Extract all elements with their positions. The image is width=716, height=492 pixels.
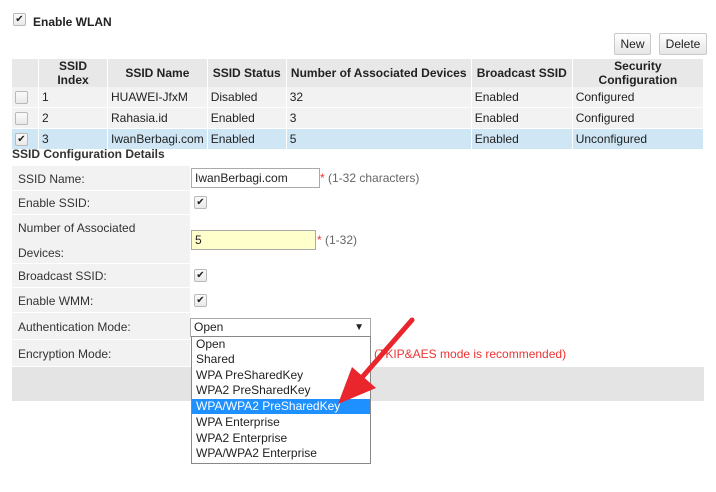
security-configuration-cell: Unconfigured <box>572 128 705 150</box>
delete-button[interactable]: Delete <box>659 33 707 55</box>
table-header-row: SSID Index SSID Name SSID Status Number … <box>12 59 705 87</box>
enable-wmm-value-cell <box>190 288 704 312</box>
column-header-broadcast-ssid: Broadcast SSID <box>471 59 573 87</box>
dropdown-option-wpa2-enterprise[interactable]: WPA2 Enterprise <box>192 431 370 446</box>
ssid-name-hint-text: (1-32 characters) <box>328 171 420 185</box>
associated-devices-input[interactable]: 5 <box>191 230 316 250</box>
row-checkbox[interactable] <box>15 91 28 104</box>
row-select-cell[interactable] <box>12 87 39 108</box>
enable-wmm-checkbox[interactable]: ✔ <box>194 294 207 307</box>
row-select-cell[interactable] <box>12 107 39 129</box>
associated-devices-cell: 3 <box>286 107 472 129</box>
broadcast-ssid-value-cell <box>190 264 704 287</box>
encryption-mode-label: Encryption Mode: <box>18 347 112 361</box>
row-checkbox-checked[interactable]: ✔ <box>15 133 28 146</box>
authentication-mode-label: Authentication Mode: <box>18 320 131 334</box>
associated-devices-label-line2: Devices: <box>18 246 65 260</box>
ssid-name-label: SSID Name: <box>18 172 85 186</box>
enable-ssid-checkbox[interactable]: ✔ <box>194 196 207 209</box>
required-star: * <box>320 171 325 185</box>
enable-wlan-checkbox[interactable]: ✔ <box>13 13 26 26</box>
table-row[interactable]: 2 Rahasia.id Enabled 3 Enabled Configure… <box>12 107 705 129</box>
ssid-status-cell: Disabled <box>207 87 287 108</box>
security-configuration-cell: Configured <box>572 87 705 108</box>
security-configuration-cell: Configured <box>572 107 705 129</box>
ssid-index-cell: 1 <box>38 87 108 108</box>
row-checkbox[interactable] <box>15 112 28 125</box>
select-column-header <box>12 59 39 87</box>
enable-wmm-label: Enable WMM: <box>18 294 94 308</box>
ssid-name-cell: HUAWEI-JfxM <box>107 87 208 108</box>
config-section-title: SSID Configuration Details <box>12 147 165 161</box>
new-button[interactable]: New <box>614 33 651 55</box>
broadcast-ssid-checkbox[interactable]: ✔ <box>194 269 207 282</box>
column-header-ssid-status: SSID Status <box>207 59 287 87</box>
column-header-associated-devices: Number of Associated Devices <box>286 59 472 87</box>
enable-wlan-label: Enable WLAN <box>33 15 112 29</box>
enable-wmm-row: Enable WMM: ✔ <box>12 288 704 312</box>
ssid-status-cell: Enabled <box>207 107 287 129</box>
required-star: * <box>317 233 322 247</box>
ssid-index-cell: 2 <box>38 107 108 129</box>
ssid-name-hint: * (1-32 characters) <box>320 171 419 185</box>
associated-devices-hint: * (1-32) <box>317 233 357 247</box>
table-row[interactable]: 1 HUAWEI-JfxM Disabled 32 Enabled Config… <box>12 87 705 108</box>
ssid-status-cell: Enabled <box>207 128 287 150</box>
ssid-name-row: SSID Name: IwanBerbagi.com * (1-32 chara… <box>12 166 704 190</box>
column-header-security-configuration: Security Configuration <box>572 59 705 87</box>
dropdown-option-wpa-wpa2-enterprise[interactable]: WPA/WPA2 Enterprise <box>192 446 370 461</box>
ssid-table: SSID Index SSID Name SSID Status Number … <box>12 59 705 150</box>
dropdown-option-wpa-enterprise[interactable]: WPA Enterprise <box>192 415 370 430</box>
associated-devices-cell: 5 <box>286 128 472 150</box>
enable-ssid-label: Enable SSID: <box>18 196 91 210</box>
broadcast-ssid-cell: Enabled <box>471 128 573 150</box>
associated-devices-row: Number of Associated Devices: 5 * (1-32) <box>12 215 704 263</box>
broadcast-ssid-cell: Enabled <box>471 107 573 129</box>
enable-ssid-row: Enable SSID: ✔ <box>12 191 704 214</box>
associated-devices-hint-text: (1-32) <box>325 233 358 247</box>
red-arrow-icon <box>338 317 415 404</box>
broadcast-ssid-label: Broadcast SSID: <box>18 269 107 283</box>
enable-ssid-value-cell <box>190 191 704 214</box>
associated-devices-label-line1: Number of Associated <box>18 221 136 235</box>
ssid-name-input[interactable]: IwanBerbagi.com <box>191 168 320 188</box>
column-header-ssid-index: SSID Index <box>38 59 108 87</box>
associated-devices-cell: 32 <box>286 87 472 108</box>
authentication-mode-selected-value: Open <box>194 320 224 334</box>
ssid-name-cell: Rahasia.id <box>107 107 208 129</box>
broadcast-ssid-cell: Enabled <box>471 87 573 108</box>
column-header-ssid-name: SSID Name <box>107 59 208 87</box>
broadcast-ssid-row: Broadcast SSID: ✔ <box>12 264 704 287</box>
